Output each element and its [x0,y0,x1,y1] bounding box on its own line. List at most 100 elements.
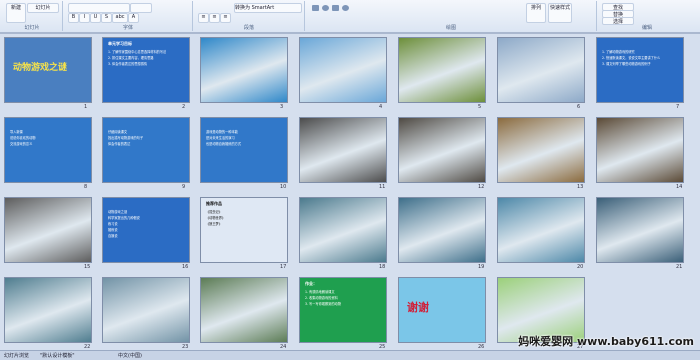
slide-number: 3 [280,104,284,110]
italic-button[interactable]: I [79,13,90,23]
bold-button[interactable]: B [68,13,79,23]
slide-thumbnail[interactable] [299,37,387,103]
font-name-select[interactable] [68,3,130,13]
smartart-label: 转换为 SmartArt [235,5,275,11]
align-right-label: ≡ [223,14,228,20]
slide-text-line: 《动物世界》 [206,216,226,220]
ribbon-group-paragraph: ≡ ≡ ≡ 转换为 SmartArt 段落 [194,1,305,31]
quick-styles-label: 快速样式 [549,5,570,11]
slide-text-line: 体会作者的表达 [108,142,131,146]
slide-text-line: 2. 抓住课文主要内容，理清思路 [108,56,154,60]
slide-thumbnail[interactable] [497,117,585,183]
slide-number: 16 [182,264,189,270]
slide-thumbnail[interactable]: 动物游戏之谜 [4,37,92,103]
slide-thumbnail[interactable]: 动物游戏之谜 科学家提出的几种假说 练习说 锻炼说 自娱说 [102,197,190,263]
slide-number: 1 [84,104,88,110]
slide-number: 9 [182,184,186,190]
slide-thumbnail[interactable] [200,37,288,103]
slide-thumbnail[interactable] [4,277,92,343]
slide-number: 11 [379,184,386,190]
status-theme: "默认设计模板" [40,353,75,359]
slide-thumbnail[interactable]: 导入新课 说说你喜欢的动物 交流游戏的意义 [4,117,92,183]
status-view: 幻灯片浏览 [4,353,30,359]
slide-text-line: 1. 了解作家围绕中心意思选择材料的写法 [108,50,167,54]
slide-sorter-grid: 动物游戏之谜 1 单元学习目标 1. 了解作家围绕中心意思选择材料的写法 2. 抓住课文… [0,35,700,350]
slide-thumbnail[interactable] [398,197,486,263]
arrow-shape-icon[interactable] [332,5,339,11]
bold-label: B [71,14,76,20]
align-center-button[interactable]: ≡ [209,13,220,23]
slide-number: 21 [676,264,683,270]
star-shape-icon[interactable] [342,5,349,11]
slide-number: 18 [379,264,386,270]
slide-number: 5 [478,104,482,110]
new-slide-button[interactable]: 新建 [6,3,26,23]
slide-thumbnail[interactable] [299,117,387,183]
slide-number: 4 [379,104,383,110]
slide-text-line: 说说你喜欢的动物 [10,136,36,140]
smartart-button[interactable]: 转换为 SmartArt [234,3,302,13]
font-size-select[interactable] [130,3,152,13]
slide-thumbnail[interactable] [102,277,190,343]
slide-thumbnail[interactable] [200,277,288,343]
slide-text-line: 1. 了解动物游戏的研究 [602,50,635,54]
align-left-button[interactable]: ≡ [198,13,209,23]
slide-text-line: 1. 有感情地朗读课文 [305,290,335,294]
shadow-button[interactable]: S [101,13,112,23]
slide-thumbnail[interactable] [4,197,92,263]
slide-thumbnail[interactable]: 推荐作品《昆虫记》《动物世界》 《狼王梦》 [200,197,288,263]
slide-thumbnail[interactable] [299,197,387,263]
underline-button[interactable]: U [90,13,101,23]
font-color-button[interactable]: A [128,13,139,23]
slide-number: 15 [84,264,91,270]
slide-heading: 单元学习目标 [108,41,132,46]
slide-thumbnail[interactable] [398,117,486,183]
align-right-button[interactable]: ≡ [220,13,231,23]
slide-text-line: 自娱说 [108,234,118,238]
slide-text-line: 《昆虫记》 [206,210,222,214]
slide-thumbnail[interactable]: 1. 了解动物游戏的研究 2. 快速默读课文，说说文章主要讲了什么 3. 课文列举了… [596,37,684,103]
quick-styles-button[interactable]: 快速样式 [548,3,572,23]
slide-text-line: 2. 快速默读课文，说说文章主要讲了什么 [602,56,661,60]
arrange-button[interactable]: 排列 [526,3,546,23]
oval-shape-icon[interactable] [322,5,329,11]
slide-text-line: 练习说 [108,222,118,226]
slide-number: 2 [182,104,186,110]
drawing-group-label: 绘图 [445,25,456,31]
slide-thumbnail[interactable]: 单元学习目标 1. 了解作家围绕中心意思选择材料的写法 2. 抓住课文主要内容，理清… [102,37,190,103]
slide-thumbnail[interactable]: 作业： 1. 有感情地朗读课文 2. 收集动物游戏的资料 3. 写一写你观察到的动物 [299,277,387,343]
slide-number: 7 [676,104,680,110]
slide-thumbnail[interactable] [398,37,486,103]
slide-thumbnail[interactable]: 谢谢 [398,277,486,343]
rectangle-shape-icon[interactable] [312,5,319,11]
slide-number: 19 [478,264,485,270]
align-center-label: ≡ [212,14,217,20]
slide-text-line: 2. 收集动物游戏的资料 [305,296,338,300]
slide-text-line: 《狼王梦》 [206,222,222,226]
slide-title: 谢谢 [407,301,429,314]
slide-text-line: 锻炼说 [108,228,118,232]
align-left-label: ≡ [201,14,206,20]
slide-number: 13 [577,184,584,190]
slides-group-label: 幻灯片 [24,25,40,31]
slide-number: 20 [577,264,584,270]
paragraph-group-label: 段落 [243,25,254,31]
underline-label: U [93,14,98,20]
layout-button[interactable]: 幻灯片 [27,3,59,13]
slide-thumbnail[interactable]: 游戏是动物的一种本能 是对未来生活的演习 也是动物自我锻炼的方式 [200,117,288,183]
ribbon-group-drawing: 排列 快速样式 绘图 [306,1,597,31]
editing-group-label: 编辑 [641,25,652,31]
slide-text-line: 也是动物自我锻炼的方式 [206,142,242,146]
slide-text-line: 是对未来生活的演习 [206,136,235,140]
slide-heading: 推荐作品 [206,201,222,206]
shadow-label: S [104,14,109,20]
slide-thumbnail[interactable] [497,197,585,263]
slide-thumbnail[interactable] [596,117,684,183]
slide-thumbnail[interactable] [497,37,585,103]
strikethrough-button[interactable]: abc [112,13,128,23]
slide-text-line: 动物游戏之谜 [108,210,128,214]
slide-thumbnail[interactable]: 仔细阅读课文 找出描写动物游戏的句子 体会作者的表达 [102,117,190,183]
italic-label: I [83,14,86,20]
arrange-label: 排列 [530,5,541,11]
slide-thumbnail[interactable] [596,197,684,263]
